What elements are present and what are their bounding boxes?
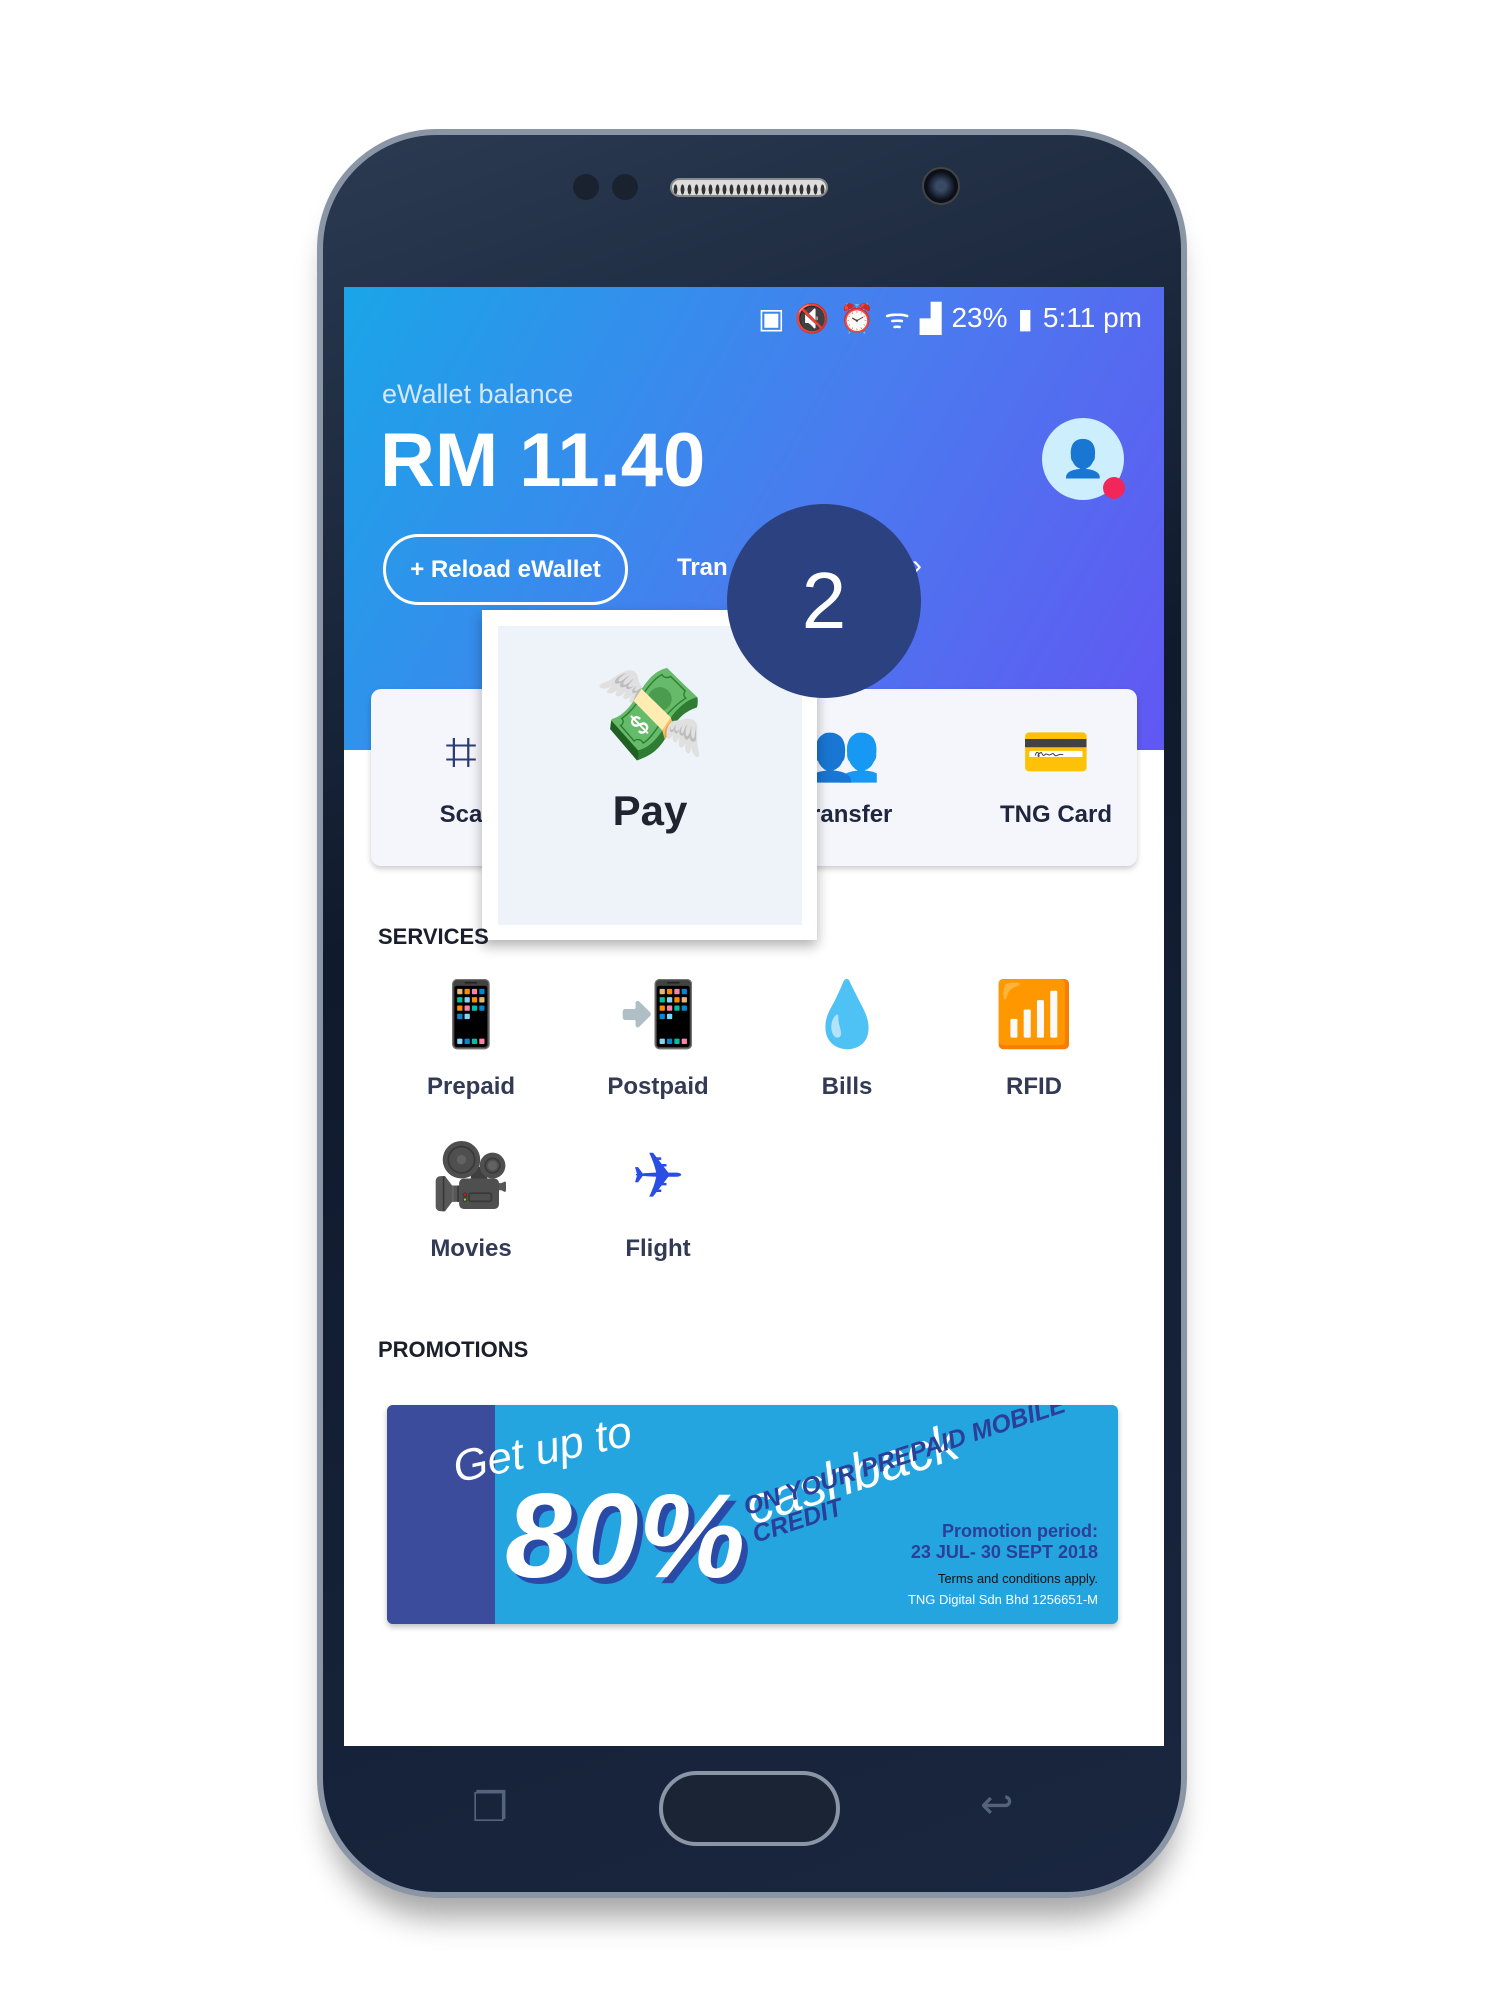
tng-card-button[interactable]: 💳 TNG Card: [971, 689, 1141, 866]
service-label: Prepaid: [426, 1073, 516, 1100]
banner-percent: 80%: [505, 1469, 746, 1603]
sensor: [573, 174, 599, 200]
bills-icon: 💧: [807, 978, 887, 1050]
promotions-heading: PROMOTIONS: [378, 1337, 529, 1362]
service-postpaid[interactable]: 📲 Postpaid: [568, 977, 748, 1101]
service-label: Postpaid: [607, 1073, 709, 1100]
recent-apps-icon[interactable]: ❐: [472, 1785, 508, 1831]
service-label: Bills: [821, 1073, 873, 1100]
battery-icon: ▮: [1017, 302, 1033, 334]
balance-label: eWallet balance: [382, 379, 574, 409]
notification-dot: [1103, 477, 1125, 499]
banner-company: TNG Digital Sdn Bhd 1256651-M: [907, 1592, 1098, 1607]
pay-label: Pay: [612, 787, 688, 834]
prepaid-icon: 📱: [431, 978, 511, 1050]
transfer-icon: 👥: [811, 720, 881, 783]
signal-icon: ▟: [919, 302, 942, 334]
battery-percent: 23%: [951, 302, 1008, 333]
front-camera: [922, 167, 960, 205]
balance-amount: RM 11.40: [380, 418, 706, 503]
scan-label: Sca: [439, 801, 483, 828]
service-flight[interactable]: ✈ Flight: [568, 1139, 748, 1263]
airplane-icon: ✈: [631, 1140, 685, 1212]
movie-camera-icon: 🎥: [431, 1140, 511, 1212]
pay-icon: 💸: [593, 665, 707, 765]
banner-period-label: Promotion period:: [942, 1521, 1098, 1541]
home-button[interactable]: [659, 1771, 840, 1846]
service-rfid[interactable]: 📶 RFID: [944, 977, 1124, 1101]
rfid-icon: 📶: [994, 978, 1074, 1050]
battery-saver-icon: ▣: [758, 302, 785, 334]
mute-vibrate-icon: 🔇: [794, 302, 830, 334]
scan-icon: ⌗: [445, 720, 477, 783]
transactions-link[interactable]: Tran: [677, 554, 728, 582]
user-icon: 👤: [1060, 438, 1106, 479]
app-screen: ▣ 🔇 ⏰ ᯤ ▟ 23% ▮ 5:11 pm eWallet balance …: [344, 287, 1164, 1746]
service-prepaid[interactable]: 📱 Prepaid: [381, 977, 561, 1101]
tutorial-step-badge: 2: [727, 504, 921, 698]
banner-period: 23 JUL- 30 SEPT 2018: [910, 1542, 1098, 1562]
sensor: [612, 174, 638, 200]
service-movies[interactable]: 🎥 Movies: [381, 1139, 561, 1263]
transfer-button[interactable]: 👥 ransfer: [811, 689, 931, 866]
service-bills[interactable]: 💧 Bills: [757, 977, 937, 1101]
promotion-banner[interactable]: Get up to 80% cashback ON YOUR PREPAID M…: [387, 1405, 1118, 1624]
earpiece-speaker: [670, 178, 828, 197]
clock: 5:11 pm: [1042, 302, 1142, 333]
services-heading: SERVICES: [378, 924, 489, 949]
service-label: Flight: [625, 1235, 691, 1262]
transfer-label: ransfer: [811, 801, 893, 828]
reload-ewallet-button[interactable]: + Reload eWallet: [383, 534, 628, 605]
tng-card-icon: 💳: [1021, 720, 1091, 783]
wifi-icon: ᯤ: [884, 303, 910, 334]
banner-terms: Terms and conditions apply.: [937, 1571, 1098, 1586]
back-icon[interactable]: ↩: [980, 1782, 1014, 1828]
service-label: Movies: [430, 1235, 512, 1262]
status-bar: ▣ 🔇 ⏰ ᯤ ▟ 23% ▮ 5:11 pm: [758, 299, 1142, 337]
service-label: RFID: [1006, 1073, 1062, 1100]
postpaid-icon: 📲: [618, 978, 698, 1050]
tng-card-label: TNG Card: [999, 801, 1112, 828]
alarm-icon: ⏰: [839, 302, 875, 334]
